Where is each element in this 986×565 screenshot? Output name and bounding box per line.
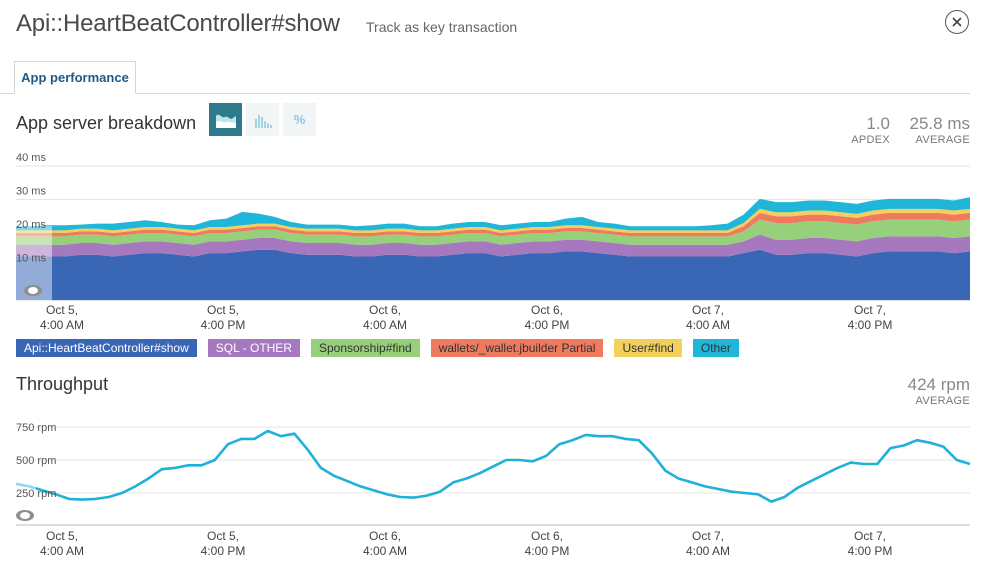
throughput-show-hide-toggle[interactable] [16, 510, 34, 521]
histogram-icon [254, 114, 272, 128]
breakdown-y-tick: 20 ms [16, 219, 46, 231]
legend-item[interactable]: Api::HeartBeatController#show [16, 339, 197, 357]
x-tick-date: Oct 6, [368, 529, 401, 543]
throughput-x-tick: Oct 6, 4:00 AM [345, 529, 425, 559]
x-tick-date: Oct 6, [530, 529, 563, 543]
x-tick-time: 4:00 PM [847, 318, 893, 332]
breakdown-area-0 [16, 249, 970, 300]
x-tick-time: 4:00 PM [847, 544, 893, 558]
breakdown-y-tick: 40 ms [16, 152, 46, 164]
percent-view-toggle[interactable]: % [283, 103, 316, 136]
breakdown-x-tick: Oct 7, 4:00 PM [830, 303, 910, 333]
x-tick-time: 4:00 AM [362, 318, 408, 332]
breakdown-average-label: AVERAGE [915, 134, 970, 146]
x-tick-date: Oct 7, [853, 529, 886, 543]
breakdown-chart: 40 ms 30 ms 20 ms 10 ms [16, 152, 970, 302]
x-tick-date: Oct 6, [530, 303, 563, 317]
throughput-line [15, 429, 971, 503]
breakdown-x-tick: Oct 6, 4:00 AM [345, 303, 425, 333]
legend-item[interactable]: wallets/_wallet.jbuilder Partial [430, 339, 604, 357]
breakdown-title: App server breakdown [16, 113, 197, 133]
breakdown-legend: Api::HeartBeatController#show SQL - OTHER… [16, 339, 739, 357]
legend-item[interactable]: SQL - OTHER [207, 339, 300, 357]
percent-icon: % [293, 112, 306, 127]
tab-app-performance[interactable]: App performance [14, 61, 136, 94]
breakdown-x-tick: Oct 6, 4:00 PM [507, 303, 587, 333]
x-tick-time: 4:00 AM [39, 544, 85, 558]
throughput-average-label: AVERAGE [915, 395, 970, 407]
area-view-toggle[interactable] [209, 103, 242, 136]
x-tick-date: Oct 5, [206, 303, 239, 317]
throughput-x-tick: Oct 7, 4:00 PM [830, 529, 910, 559]
x-tick-time: 4:00 PM [200, 544, 246, 558]
x-tick-date: Oct 7, [853, 303, 886, 317]
throughput-average-value: 424 rpm [907, 375, 970, 394]
throughput-x-tick: Oct 7, 4:00 AM [668, 529, 748, 559]
legend-item[interactable]: User#find [614, 339, 682, 357]
close-icon [952, 17, 962, 27]
legend-item[interactable]: Other [692, 339, 739, 357]
x-tick-time: 4:00 PM [200, 318, 246, 332]
x-tick-date: Oct 6, [368, 303, 401, 317]
throughput-title: Throughput [16, 374, 109, 394]
eye-icon [20, 512, 30, 519]
x-tick-time: 4:00 AM [685, 544, 731, 558]
breakdown-x-tick: Oct 5, 4:00 AM [22, 303, 102, 333]
x-tick-time: 4:00 AM [362, 544, 408, 558]
histogram-view-toggle[interactable] [246, 103, 279, 136]
throughput-y-tick: 250 rpm [16, 488, 56, 500]
area-chart-icon [215, 114, 236, 128]
close-button[interactable] [945, 10, 969, 34]
breakdown-y-tick: 30 ms [16, 186, 46, 198]
breakdown-average-value: 25.8 ms [909, 114, 970, 133]
x-tick-time: 4:00 PM [524, 544, 570, 558]
x-tick-date: Oct 5, [45, 529, 78, 543]
x-tick-date: Oct 7, [691, 303, 724, 317]
throughput-x-tick: Oct 5, 4:00 PM [183, 529, 263, 559]
track-key-transaction-link[interactable]: Track as key transaction [366, 19, 517, 35]
throughput-chart: 750 rpm 500 rpm 250 rpm [15, 422, 971, 526]
breakdown-y-tick: 10 ms [16, 253, 46, 265]
breakdown-x-tick: Oct 7, 4:00 AM [668, 303, 748, 333]
x-tick-time: 4:00 PM [524, 318, 570, 332]
x-tick-time: 4:00 AM [685, 318, 731, 332]
legend-item[interactable]: Sponsorship#find [310, 339, 420, 357]
eye-icon [28, 287, 38, 294]
breakdown-x-tick: Oct 5, 4:00 PM [183, 303, 263, 333]
x-tick-date: Oct 5, [45, 303, 78, 317]
throughput-y-tick: 500 rpm [16, 455, 56, 467]
x-tick-date: Oct 5, [206, 529, 239, 543]
throughput-y-tick: 750 rpm [16, 422, 56, 434]
x-tick-time: 4:00 AM [39, 318, 85, 332]
x-tick-date: Oct 7, [691, 529, 724, 543]
throughput-x-tick: Oct 6, 4:00 PM [507, 529, 587, 559]
tab-bar-divider [0, 93, 970, 94]
show-hide-toggle[interactable] [24, 285, 42, 296]
page-title: Api::HeartBeatController#show [16, 10, 340, 37]
throughput-x-tick: Oct 5, 4:00 AM [22, 529, 102, 559]
